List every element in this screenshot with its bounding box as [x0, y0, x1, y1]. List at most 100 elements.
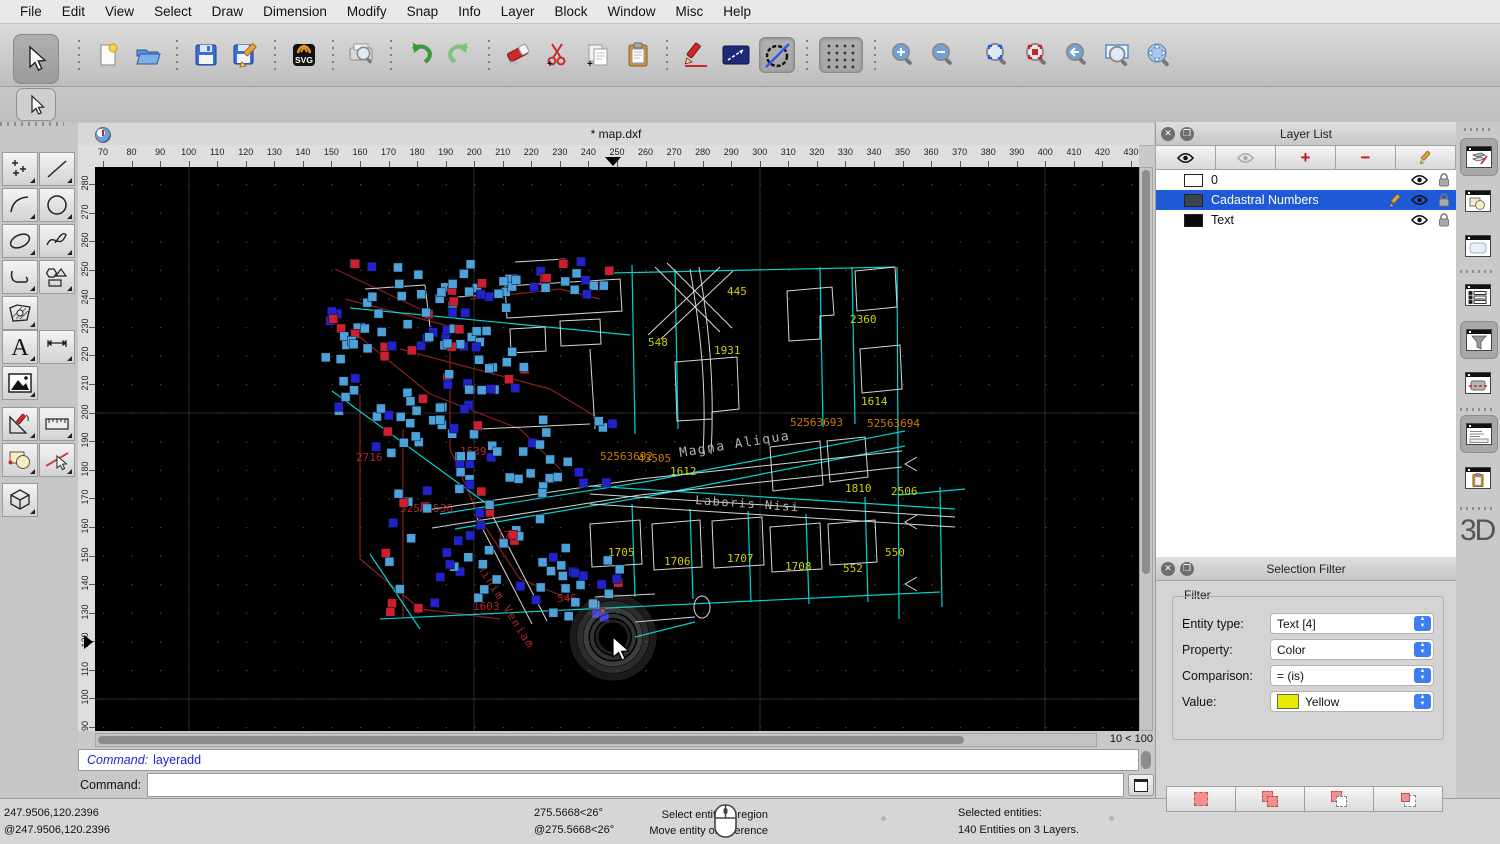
selection-handle[interactable]: [545, 454, 555, 465]
selection-handle[interactable]: [540, 283, 551, 293]
selection-handle[interactable]: [411, 405, 422, 416]
layer-lock-icon[interactable]: [1438, 213, 1450, 227]
selection-handle[interactable]: [473, 592, 484, 603]
selection-handle[interactable]: [338, 376, 349, 386]
image-tool-button[interactable]: [2, 366, 38, 400]
selection-handle[interactable]: [455, 467, 466, 477]
new-file-button[interactable]: [91, 38, 125, 72]
selection-handle[interactable]: [463, 552, 474, 562]
selection-handle[interactable]: [350, 373, 361, 384]
selection-handle[interactable]: [410, 431, 421, 442]
selection-handle[interactable]: [552, 472, 563, 482]
selection-handle[interactable]: [498, 276, 509, 287]
selection-handle[interactable]: [321, 352, 331, 363]
selection-handle[interactable]: [430, 598, 440, 608]
stepper-icon[interactable]: ▲ ▼: [1414, 616, 1431, 631]
selection-handle[interactable]: [576, 256, 586, 267]
selection-handle[interactable]: [395, 412, 406, 422]
circle-tools-button[interactable]: [39, 188, 75, 222]
selection-handle[interactable]: [407, 345, 417, 356]
selection-handle[interactable]: [513, 474, 524, 484]
selection-handle[interactable]: [548, 607, 559, 618]
selection-handle[interactable]: [413, 269, 424, 280]
selection-handle[interactable]: [580, 275, 591, 285]
hatch-tools-button[interactable]: [2, 296, 38, 330]
stepper-icon[interactable]: ▲ ▼: [1414, 694, 1431, 709]
selection-handle[interactable]: [537, 557, 548, 568]
print-preview-button[interactable]: [345, 38, 379, 72]
selection-handle[interactable]: [445, 559, 455, 570]
selection-handle[interactable]: [360, 323, 370, 334]
menu-item-snap[interactable]: Snap: [397, 0, 449, 24]
selection-handle[interactable]: [376, 327, 387, 337]
selection-handle[interactable]: [384, 556, 395, 567]
selection-handle[interactable]: [604, 266, 615, 276]
selection-handle[interactable]: [460, 307, 471, 318]
menu-item-view[interactable]: View: [95, 0, 144, 24]
selection-handle[interactable]: [484, 363, 494, 374]
palette-handle[interactable]: [0, 122, 64, 126]
selection-tool-button[interactable]: [16, 88, 56, 121]
close-icon[interactable]: ✕: [1161, 561, 1175, 576]
selection-handle[interactable]: [538, 415, 548, 425]
selection-handle[interactable]: [504, 374, 514, 384]
selection-handle[interactable]: [476, 289, 486, 300]
selection-handle[interactable]: [459, 404, 470, 414]
cut-button[interactable]: +: [541, 38, 575, 72]
layer-visible-eye-icon[interactable]: [1411, 214, 1428, 226]
selection-handle[interactable]: [372, 411, 382, 422]
selection-handle[interactable]: [578, 478, 589, 488]
stepper-icon[interactable]: ▲ ▼: [1414, 668, 1431, 683]
selection-handle[interactable]: [435, 402, 445, 413]
selection-handle[interactable]: [395, 584, 405, 594]
float-panel-icon[interactable]: ❐: [1180, 126, 1194, 141]
selection-handle[interactable]: [476, 385, 487, 395]
remove-from-selection-button[interactable]: [1304, 786, 1374, 812]
selection-handle[interactable]: [402, 319, 413, 330]
selection-handle[interactable]: [529, 282, 539, 292]
layer-lock-icon[interactable]: [1438, 173, 1450, 187]
selection-handle[interactable]: [537, 488, 548, 498]
edit-layer-button[interactable]: [1395, 145, 1456, 170]
selection-handle[interactable]: [455, 339, 466, 349]
command-options-button[interactable]: [1128, 774, 1154, 796]
add-to-selection-button[interactable]: [1235, 786, 1305, 812]
view-list-panel-button[interactable]: [1460, 228, 1496, 264]
selection-handle[interactable]: [399, 438, 409, 448]
selection-handle[interactable]: [459, 269, 469, 279]
selection-handle[interactable]: [582, 289, 592, 299]
stepper-icon[interactable]: ▲ ▼: [1414, 642, 1431, 657]
selection-handle[interactable]: [422, 503, 432, 514]
selection-handle[interactable]: [422, 485, 432, 496]
previous-view-button[interactable]: [1061, 38, 1095, 72]
ellipse-tools-button[interactable]: [2, 224, 38, 258]
selection-handle[interactable]: [601, 477, 612, 488]
float-panel-icon[interactable]: ❐: [1180, 561, 1194, 576]
clipboard-panel-button[interactable]: [1460, 460, 1496, 496]
selection-handle[interactable]: [525, 468, 536, 479]
selection-handle[interactable]: [474, 354, 484, 365]
selection-handle[interactable]: [362, 343, 373, 354]
selection-handle[interactable]: [479, 584, 490, 595]
selection-handle[interactable]: [570, 568, 580, 578]
svg-export-button[interactable]: SVG: [287, 38, 321, 72]
property-select[interactable]: Color ▲ ▼: [1270, 639, 1434, 660]
selection-handle[interactable]: [436, 287, 447, 298]
selection-handle[interactable]: [328, 314, 339, 324]
replace-selection-button[interactable]: [1166, 786, 1236, 812]
command-line-panel-button[interactable]: [1460, 415, 1498, 453]
arc-tools-button[interactable]: [2, 188, 38, 222]
selection-handle[interactable]: [442, 338, 453, 349]
selection-handle[interactable]: [454, 484, 465, 494]
selection-handle[interactable]: [484, 545, 494, 555]
selection-handle[interactable]: [340, 392, 351, 402]
selection-handle[interactable]: [381, 548, 391, 558]
selection-handle[interactable]: [449, 296, 459, 307]
spline-tools-button[interactable]: [39, 224, 75, 258]
selection-handle[interactable]: [504, 472, 515, 483]
command-history-scrollbar[interactable]: [1141, 751, 1151, 769]
selection-handle[interactable]: [402, 388, 413, 398]
selection-handle[interactable]: [387, 598, 397, 609]
show-all-layers-button[interactable]: [1155, 145, 1216, 170]
menu-item-layer[interactable]: Layer: [491, 0, 545, 24]
